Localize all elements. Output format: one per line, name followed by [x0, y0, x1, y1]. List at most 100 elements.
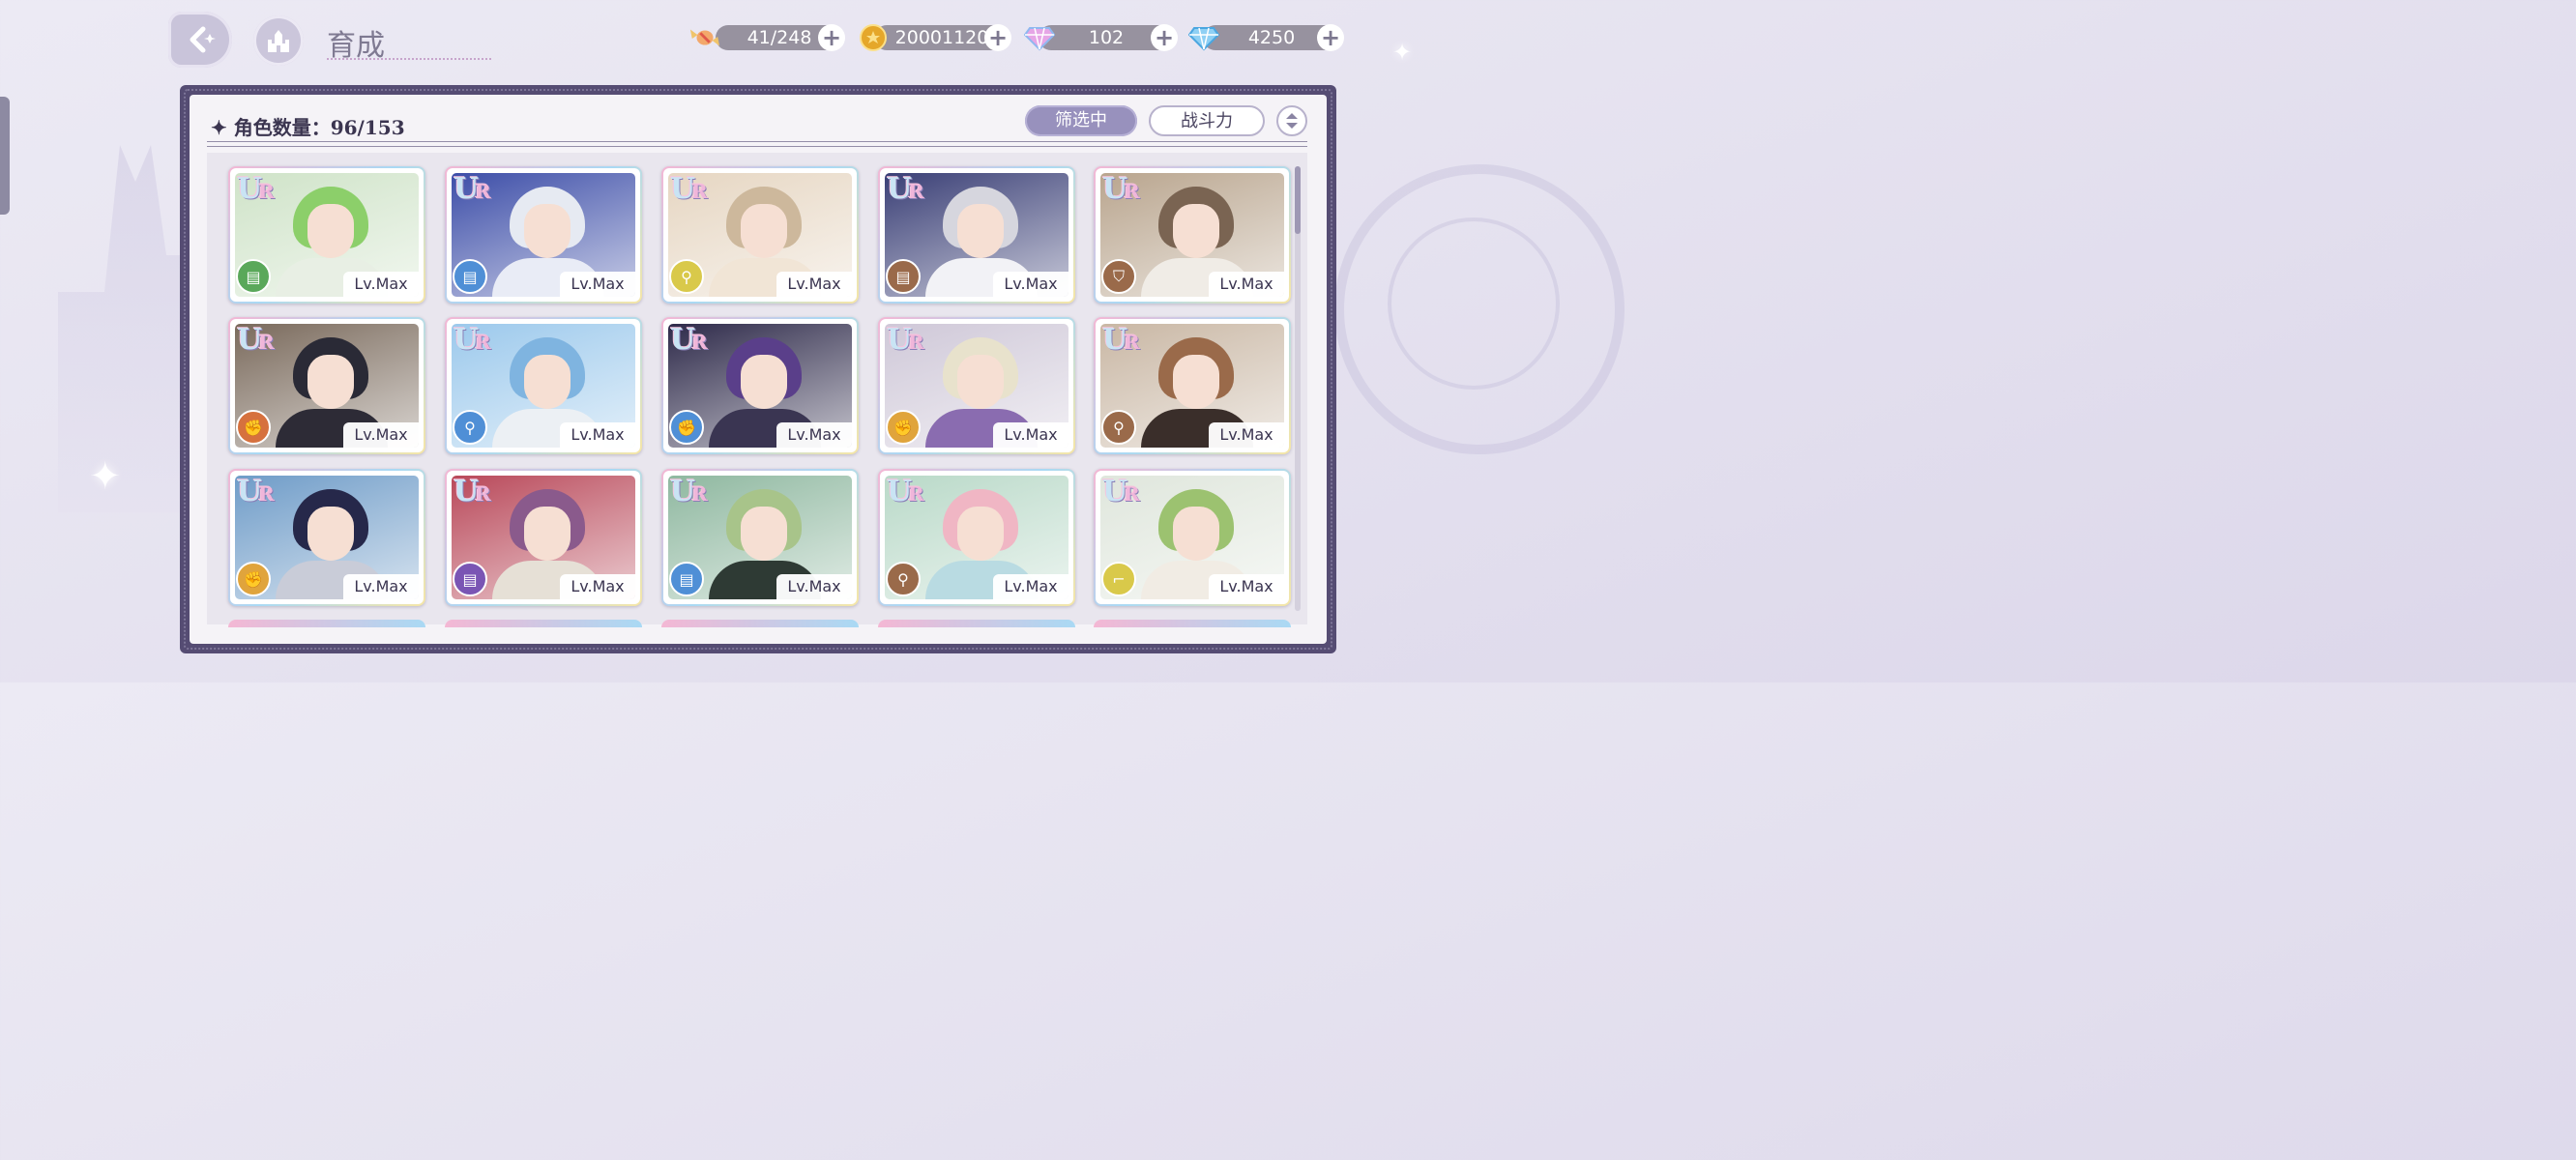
character-card[interactable]: UR ⌐ Lv.Max: [1094, 469, 1291, 606]
fist-icon: ✊: [236, 410, 271, 445]
add-blue-gem-button[interactable]: +: [1317, 24, 1344, 51]
sparkle-icon: ✦: [89, 454, 122, 499]
rainbow-gem-value: 102: [1088, 27, 1125, 48]
home-button[interactable]: [253, 15, 304, 66]
sort-button[interactable]: 战斗力: [1149, 105, 1265, 136]
shield-icon: ⛉: [1101, 259, 1136, 294]
level-label: Lv.Max: [560, 574, 635, 599]
character-card[interactable]: UR ✊ Lv.Max: [228, 317, 425, 454]
rarity-sub: R: [475, 180, 491, 203]
add-gold-button[interactable]: +: [984, 24, 1011, 51]
character-card[interactable]: UR ⚲ Lv.Max: [661, 166, 859, 304]
level-label: Lv.Max: [1209, 574, 1284, 599]
rarity-badge: UR: [237, 172, 275, 206]
rarity-main: U: [237, 475, 262, 508]
character-card[interactable]: UR ▤ Lv.Max: [445, 469, 642, 606]
rarity-badge: UR: [670, 475, 708, 508]
rarity-sub: R: [1124, 482, 1140, 506]
portrait-face: [957, 355, 1004, 409]
rarity-main: U: [670, 172, 695, 206]
character-card[interactable]: UR ✊ Lv.Max: [661, 317, 859, 454]
portrait-face: [957, 507, 1004, 561]
level-label: Lv.Max: [343, 422, 419, 448]
portrait-face: [957, 204, 1004, 258]
back-arrow-icon: [190, 26, 216, 53]
rarity-main: U: [1102, 475, 1127, 508]
fist-icon: ✊: [669, 410, 704, 445]
sort-order-icon: [1286, 113, 1298, 129]
rarity-sub: R: [258, 180, 275, 203]
character-card[interactable]: UR ✊ Lv.Max: [878, 317, 1075, 454]
rarity-sub: R: [258, 331, 275, 354]
rarity-main: U: [454, 172, 479, 206]
rarity-main: U: [454, 323, 479, 357]
rarity-sub: R: [475, 482, 491, 506]
rarity-main: U: [237, 172, 262, 206]
portrait-face: [741, 355, 787, 409]
blue-diamond-icon: [1187, 21, 1220, 54]
portrait-face: [307, 355, 354, 409]
rarity-badge: UR: [1102, 323, 1140, 357]
card-peek: [1094, 620, 1291, 627]
key-icon: ⚲: [453, 410, 487, 445]
candy-icon: [688, 21, 721, 54]
key-icon: ⚲: [669, 259, 704, 294]
back-button[interactable]: [168, 12, 232, 68]
sparkle-icon: ✦: [1392, 39, 1413, 66]
gold-coin-icon: [857, 21, 890, 54]
level-label: Lv.Max: [343, 272, 419, 297]
card-icon: ▤: [453, 562, 487, 596]
rarity-badge: UR: [237, 475, 275, 508]
character-card[interactable]: UR ⚲ Lv.Max: [1094, 317, 1291, 454]
character-card[interactable]: UR ▤ Lv.Max: [228, 166, 425, 304]
title-decoration: [327, 44, 491, 60]
key-icon: ⚲: [1101, 410, 1136, 445]
filter-button[interactable]: 筛选中: [1025, 105, 1137, 136]
fist-icon: ✊: [886, 410, 921, 445]
level-label: Lv.Max: [343, 574, 419, 599]
character-card[interactable]: UR ✊ Lv.Max: [228, 469, 425, 606]
rarity-badge: UR: [670, 172, 708, 206]
blue-gem-value: 4250: [1247, 27, 1296, 48]
level-label: Lv.Max: [560, 422, 635, 448]
character-card[interactable]: UR ▤ Lv.Max: [878, 166, 1075, 304]
portrait-face: [1173, 355, 1219, 409]
character-card[interactable]: UR ⚲ Lv.Max: [445, 317, 642, 454]
level-label: Lv.Max: [776, 574, 852, 599]
add-rainbow-gem-button[interactable]: +: [1151, 24, 1178, 51]
rarity-main: U: [887, 475, 912, 508]
character-card[interactable]: UR ⚲ Lv.Max: [878, 469, 1075, 606]
rarity-main: U: [1102, 172, 1127, 206]
rarity-main: U: [454, 475, 479, 508]
character-count: ✦ 角色数量：96/153: [211, 116, 405, 139]
portrait-face: [524, 204, 571, 258]
character-card[interactable]: UR ▤ Lv.Max: [661, 469, 859, 606]
level-label: Lv.Max: [776, 272, 852, 297]
portrait-face: [1173, 507, 1219, 561]
side-drawer-handle[interactable]: [0, 97, 10, 215]
character-card[interactable]: UR ▤ Lv.Max: [445, 166, 642, 304]
level-label: Lv.Max: [993, 574, 1068, 599]
rarity-badge: UR: [887, 323, 924, 357]
add-candy-button[interactable]: +: [818, 24, 845, 51]
scrollbar-thumb[interactable]: [1295, 166, 1301, 234]
character-card[interactable]: UR ⛉ Lv.Max: [1094, 166, 1291, 304]
level-label: Lv.Max: [1209, 272, 1284, 297]
rarity-sub: R: [258, 482, 275, 506]
level-label: Lv.Max: [993, 272, 1068, 297]
card-peek: [878, 620, 1075, 627]
rarity-badge: UR: [887, 172, 924, 206]
rarity-main: U: [237, 323, 262, 357]
rarity-badge: UR: [454, 475, 491, 508]
rarity-sub: R: [908, 331, 924, 354]
castle-icon: [268, 30, 289, 52]
rarity-sub: R: [1124, 180, 1140, 203]
rarity-sub: R: [691, 180, 708, 203]
rarity-main: U: [1102, 323, 1127, 357]
level-label: Lv.Max: [993, 422, 1068, 448]
sort-order-button[interactable]: [1276, 105, 1307, 136]
rarity-sub: R: [691, 331, 708, 354]
rarity-badge: UR: [1102, 475, 1140, 508]
level-label: Lv.Max: [1209, 422, 1284, 448]
card-icon: ▤: [236, 259, 271, 294]
